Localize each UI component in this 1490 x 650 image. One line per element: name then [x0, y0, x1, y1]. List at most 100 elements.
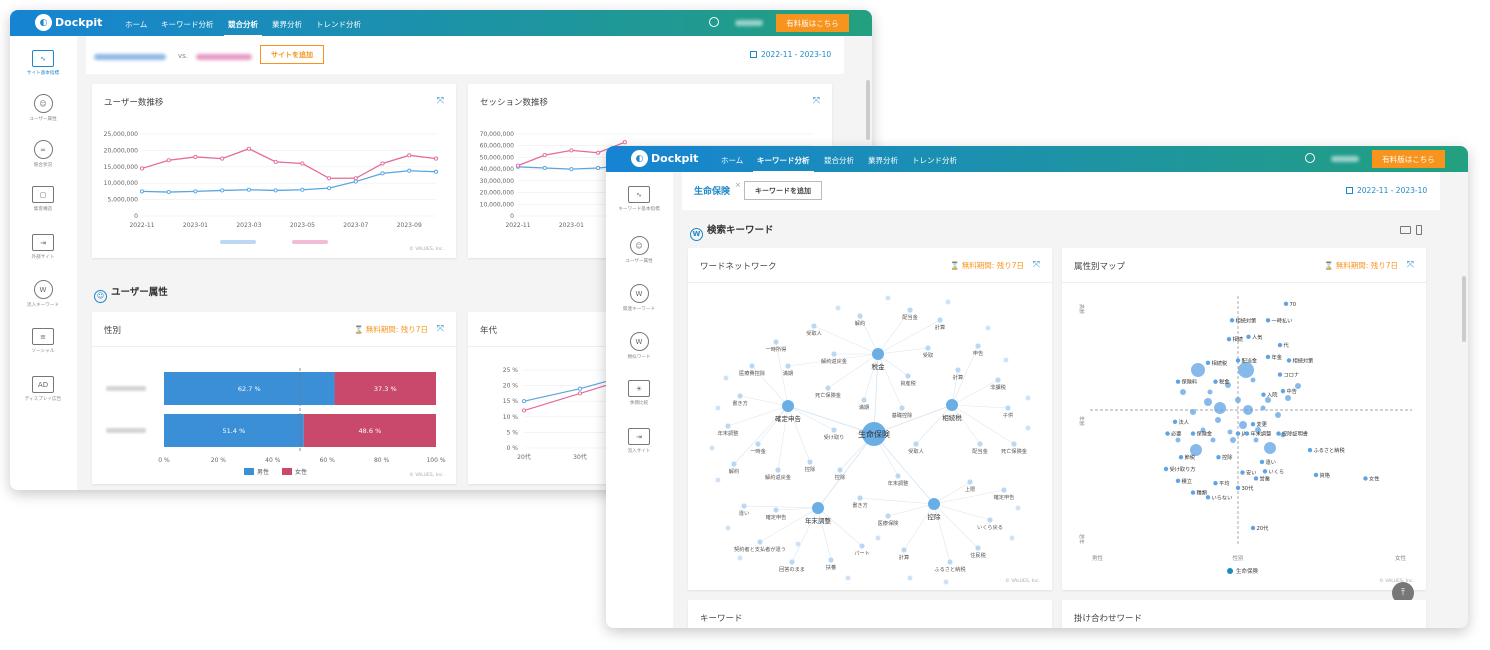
scatter-point [1276, 431, 1281, 436]
network-leaf-node [857, 495, 863, 501]
network-hub-label: 生命保険 [858, 429, 890, 439]
sidebar-item-site-metrics[interactable]: ∿ サイト基本指標 [10, 50, 78, 76]
network-edge [817, 507, 863, 547]
bar-value-label: 51.4 % [223, 427, 246, 435]
scatter-point [1178, 455, 1184, 460]
scatter-point-label: 受け取り方 [1170, 465, 1196, 473]
calendar-icon [750, 51, 757, 58]
network-leaf-label: 書き方 [732, 399, 748, 407]
monitor-chart-icon: ∿ [628, 186, 650, 203]
y-tick-label: 5,000,000 [107, 197, 138, 204]
scatter-cluster-point [1190, 444, 1202, 456]
date-range[interactable]: 2022-11 - 2023-10 [750, 50, 831, 59]
front-logo[interactable]: ◐ Dockpit [631, 150, 698, 167]
network-leaf-node [907, 307, 913, 313]
globe-icon[interactable] [1305, 153, 1315, 163]
network-leaf-label: パート [854, 550, 870, 557]
paid-plan-button[interactable]: 有料版はこちら [776, 14, 849, 32]
nav-competitor[interactable]: 競合分析 [224, 19, 262, 37]
site-a[interactable] [94, 54, 166, 60]
back-logo[interactable]: ◐ Dockpit [35, 14, 102, 31]
desktop-icon[interactable] [1400, 226, 1411, 234]
nav-competitor[interactable]: 競合分析 [824, 155, 854, 166]
x-tick-label: 2023-07 [343, 222, 368, 229]
data-point [577, 391, 583, 396]
x-tick-label: 2023-05 [290, 222, 315, 229]
season-icon: ☀ [628, 380, 650, 397]
site-b[interactable] [196, 54, 252, 60]
gender-bar-chart: 0 % 20 % 40 % 60 % 80 % 100 % 62.7 % 37.3 % 51.4… [106, 368, 446, 476]
network-edge [743, 505, 819, 509]
scatter-point [1277, 372, 1283, 377]
section-title-text: ユーザー属性 [111, 287, 168, 298]
scatter-point-label: 配当金 [1242, 356, 1258, 364]
front-scrollbar[interactable] [1462, 276, 1466, 342]
nav-industry[interactable]: 業界分析 [868, 155, 898, 166]
date-range-text: 2022-11 - 2023-10 [1357, 186, 1428, 195]
keyword-chip[interactable]: 生命保険 [694, 184, 730, 197]
nav-home[interactable]: ホーム [721, 155, 743, 166]
data-point [246, 187, 251, 192]
user-name[interactable] [735, 20, 763, 26]
data-point [622, 140, 627, 145]
nav-trend[interactable]: トレンド分析 [316, 19, 361, 30]
sidebar-item-structure[interactable]: ▢ 集客構造 [10, 186, 78, 212]
mobile-icon[interactable] [1416, 225, 1422, 235]
scatter-point-label: 平均 [1219, 479, 1229, 487]
vs-label: vs. [178, 52, 189, 60]
data-point [353, 176, 358, 181]
scatter-point-label: 代 [1284, 341, 1290, 349]
globe-icon[interactable] [709, 17, 719, 27]
network-leaf-node [885, 513, 891, 519]
nav-industry[interactable]: 業界分析 [272, 19, 302, 30]
sidebar-item-competition[interactable]: ∞ 競合状況 [10, 140, 78, 168]
network-minor-node [945, 299, 951, 305]
sidebar-item-display-ad[interactable]: AD ディスプレイ広告 [10, 376, 78, 402]
add-keyword-button[interactable]: キーワードを追加 [744, 181, 822, 200]
sidebar-label: ユーザー属性 [29, 117, 57, 122]
attribute-map-card: 属性別マップ ⌛ 無料期間: 残り7日 ⤧ 高齢 年齢 若年 男性 性別 女性 70 一時払い… [1062, 248, 1426, 590]
nav-keyword[interactable]: キーワード分析 [161, 19, 214, 30]
x-tick-label: 80 % [374, 457, 390, 464]
network-edge [951, 379, 999, 406]
add-site-button[interactable]: サイトを追加 [260, 45, 324, 64]
remove-keyword-icon[interactable]: × [735, 181, 741, 189]
scatter-point [1265, 318, 1271, 323]
sidebar-label: 季節比較 [629, 401, 649, 406]
network-leaf-node [785, 363, 791, 369]
date-range-text: 2022-11 - 2023-10 [761, 50, 832, 59]
paid-plan-button[interactable]: 有料版はこちら [1372, 150, 1445, 168]
data-point [246, 146, 251, 151]
word-network-card: ワードネットワーク ⌛ 無料期間: 残り7日 ⤧ 解約 配当金 計算 受取 受取人 解約返… [688, 248, 1052, 590]
sidebar-item-user-attr[interactable]: ☺ ユーザー属性 [10, 94, 78, 122]
scatter-point [1250, 525, 1256, 531]
scatter-point [1277, 342, 1283, 348]
date-range[interactable]: 2022-11 - 2023-10 [1346, 186, 1427, 195]
sidebar-item-season[interactable]: ☀ 季節比較 [606, 380, 674, 406]
sidebar-item-keyword-metrics[interactable]: ∿ キーワード基本指標 [606, 186, 674, 212]
bar-value-label: 48.6 % [359, 427, 382, 435]
user-name[interactable] [1331, 156, 1359, 162]
scatter-point [1265, 354, 1271, 360]
sidebar-item-user-attr[interactable]: ☺ ユーザー属性 [606, 236, 674, 264]
network-leaf-label: 死亡保険金 [1001, 447, 1028, 455]
network-hub-label: 控除 [928, 512, 942, 521]
nav-home[interactable]: ホーム [125, 19, 147, 30]
network-leaf-node [837, 467, 843, 473]
back-scrollbar[interactable] [866, 80, 870, 140]
legend-site-b [292, 240, 328, 244]
sidebar-item-external[interactable]: ⇥ 外部サイト [10, 234, 78, 260]
sidebar-item-social[interactable]: ≡ ソーシャル [10, 328, 78, 354]
sidebar-item-inflow-keyword[interactable]: W 流入キーワード [10, 280, 78, 308]
nav-trend[interactable]: トレンド分析 [912, 155, 957, 166]
network-hub-node [782, 400, 794, 412]
network-edge [817, 507, 832, 561]
network-leaf-label: 計算 [953, 373, 963, 381]
scatter-point [1253, 476, 1259, 481]
network-leaf-label: 扶養 [826, 563, 836, 571]
card-footer: © VALUES, Inc. [409, 247, 444, 252]
sidebar-item-inflow-site[interactable]: ⇥ 流入サイト [606, 428, 674, 454]
nav-keyword[interactable]: キーワード分析 [753, 155, 813, 173]
sidebar-item-related-keyword[interactable]: W 関連キーワード [606, 284, 674, 312]
sidebar-item-similar-word[interactable]: W 類似ワード [606, 332, 674, 360]
